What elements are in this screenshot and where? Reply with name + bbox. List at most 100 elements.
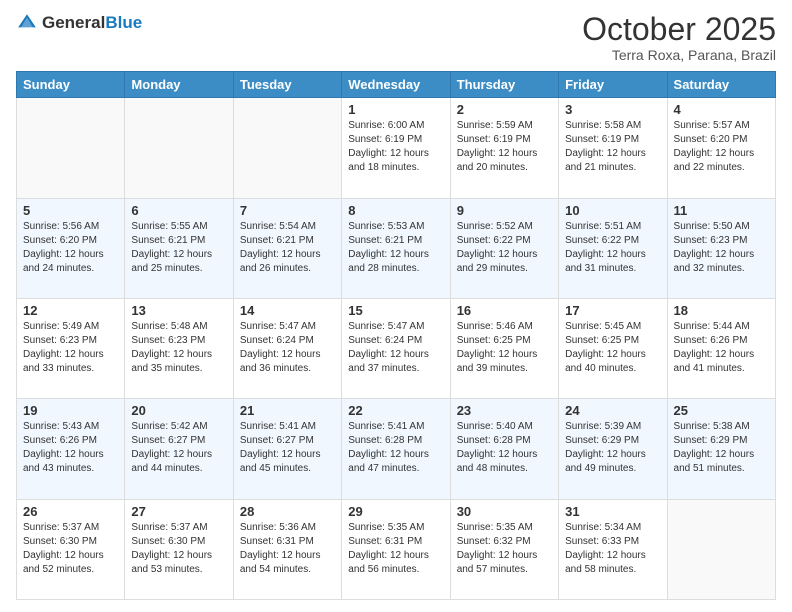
calendar-cell: 22Sunrise: 5:41 AM Sunset: 6:28 PM Dayli… [342, 399, 450, 499]
col-sunday: Sunday [17, 72, 125, 98]
day-info: Sunrise: 5:50 AM Sunset: 6:23 PM Dayligh… [674, 220, 769, 276]
month-title: October 2025 [582, 12, 776, 47]
day-number: 16 [457, 303, 552, 318]
day-number: 13 [131, 303, 226, 318]
day-number: 20 [131, 403, 226, 418]
calendar-cell: 26 Sunrise: 5:37 AM Sunset: 6:30 PM Dayli… [17, 499, 125, 599]
day-info: Sunrise: 5:55 AM Sunset: 6:21 PM Dayligh… [131, 220, 226, 276]
day-number: 31 [565, 504, 660, 519]
day-info: Sunrise: 5:45 AM Sunset: 6:25 PM Dayligh… [565, 320, 660, 376]
day-info: Sunrise: 5:40 AM Sunset: 6:28 PM Dayligh… [457, 420, 552, 476]
col-thursday: Thursday [450, 72, 558, 98]
day-number: 30 [457, 504, 552, 519]
calendar-body: 1Sunrise: 6:00 AM Sunset: 6:19 PM Daylig… [17, 98, 776, 600]
header: GeneralBlue October 2025 Terra Roxa, Par… [16, 12, 776, 63]
day-number: 28 [240, 504, 335, 519]
day-number: 18 [674, 303, 769, 318]
day-info: Sunrise: 5:37 AM Sunset: 6:30 PM Dayligh… [131, 521, 226, 577]
calendar-cell: 30Sunrise: 5:35 AM Sunset: 6:32 PM Dayli… [450, 499, 558, 599]
calendar-cell: 15 Sunrise: 5:47 AM Sunset: 6:24 PM Dayli… [342, 298, 450, 398]
calendar-cell: 7 Sunrise: 5:54 AM Sunset: 6:21 PM Daylig… [233, 198, 341, 298]
day-number: 1 [348, 102, 443, 117]
day-info: Sunrise: 5:46 AM Sunset: 6:25 PM Dayligh… [457, 320, 552, 376]
day-number: 2 [457, 102, 552, 117]
day-number: 9 [457, 203, 552, 218]
calendar-cell [667, 499, 775, 599]
calendar-week-row: 12Sunrise: 5:49 AM Sunset: 6:23 PM Dayli… [17, 298, 776, 398]
calendar-cell: 11 Sunrise: 5:50 AM Sunset: 6:23 PM Dayli… [667, 198, 775, 298]
day-number: 6 [131, 203, 226, 218]
day-info: Sunrise: 5:43 AM Sunset: 6:26 PM Dayligh… [23, 420, 118, 476]
day-number: 10 [565, 203, 660, 218]
day-number: 7 [240, 203, 335, 218]
calendar-cell: 25 Sunrise: 5:38 AM Sunset: 6:29 PM Dayli… [667, 399, 775, 499]
day-number: 26 [23, 504, 118, 519]
calendar-cell [17, 98, 125, 198]
day-info: Sunrise: 5:56 AM Sunset: 6:20 PM Dayligh… [23, 220, 118, 276]
calendar-cell: 2Sunrise: 5:59 AM Sunset: 6:19 PM Daylig… [450, 98, 558, 198]
day-number: 19 [23, 403, 118, 418]
day-number: 24 [565, 403, 660, 418]
day-info: Sunrise: 5:41 AM Sunset: 6:28 PM Dayligh… [348, 420, 443, 476]
calendar-cell: 21 Sunrise: 5:41 AM Sunset: 6:27 PM Dayli… [233, 399, 341, 499]
calendar-cell: 24 Sunrise: 5:39 AM Sunset: 6:29 PM Dayli… [559, 399, 667, 499]
day-info: Sunrise: 5:44 AM Sunset: 6:26 PM Dayligh… [674, 320, 769, 376]
day-number: 17 [565, 303, 660, 318]
day-info: Sunrise: 5:42 AM Sunset: 6:27 PM Dayligh… [131, 420, 226, 476]
calendar-week-row: 26 Sunrise: 5:37 AM Sunset: 6:30 PM Dayli… [17, 499, 776, 599]
day-number: 8 [348, 203, 443, 218]
calendar-cell: 18 Sunrise: 5:44 AM Sunset: 6:26 PM Dayli… [667, 298, 775, 398]
day-info: Sunrise: 5:51 AM Sunset: 6:22 PM Dayligh… [565, 220, 660, 276]
day-number: 25 [674, 403, 769, 418]
day-number: 5 [23, 203, 118, 218]
calendar-cell: 3Sunrise: 5:58 AM Sunset: 6:19 PM Daylig… [559, 98, 667, 198]
col-friday: Friday [559, 72, 667, 98]
calendar-cell: 9 Sunrise: 5:52 AM Sunset: 6:22 PM Daylig… [450, 198, 558, 298]
col-saturday: Saturday [667, 72, 775, 98]
day-info: Sunrise: 5:52 AM Sunset: 6:22 PM Dayligh… [457, 220, 552, 276]
calendar-cell [125, 98, 233, 198]
day-info: Sunrise: 5:54 AM Sunset: 6:21 PM Dayligh… [240, 220, 335, 276]
calendar-table: Sunday Monday Tuesday Wednesday Thursday… [16, 71, 776, 600]
calendar-week-row: 1Sunrise: 6:00 AM Sunset: 6:19 PM Daylig… [17, 98, 776, 198]
day-number: 15 [348, 303, 443, 318]
calendar-cell: 29 Sunrise: 5:35 AM Sunset: 6:31 PM Dayli… [342, 499, 450, 599]
day-info: Sunrise: 5:38 AM Sunset: 6:29 PM Dayligh… [674, 420, 769, 476]
calendar-cell: 14Sunrise: 5:47 AM Sunset: 6:24 PM Dayli… [233, 298, 341, 398]
col-wednesday: Wednesday [342, 72, 450, 98]
day-info: Sunrise: 5:37 AM Sunset: 6:30 PM Dayligh… [23, 521, 118, 577]
day-info: Sunrise: 5:36 AM Sunset: 6:31 PM Dayligh… [240, 521, 335, 577]
day-number: 27 [131, 504, 226, 519]
day-info: Sunrise: 5:35 AM Sunset: 6:31 PM Dayligh… [348, 521, 443, 577]
col-tuesday: Tuesday [233, 72, 341, 98]
day-info: Sunrise: 5:58 AM Sunset: 6:19 PM Dayligh… [565, 119, 660, 175]
logo-icon [16, 12, 38, 34]
logo: GeneralBlue [16, 12, 142, 34]
day-info: Sunrise: 5:57 AM Sunset: 6:20 PM Dayligh… [674, 119, 769, 175]
calendar-cell: 17 Sunrise: 5:45 AM Sunset: 6:25 PM Dayli… [559, 298, 667, 398]
calendar-cell: 23 Sunrise: 5:40 AM Sunset: 6:28 PM Dayli… [450, 399, 558, 499]
calendar-cell: 20 Sunrise: 5:42 AM Sunset: 6:27 PM Dayli… [125, 399, 233, 499]
title-area: October 2025 Terra Roxa, Parana, Brazil [582, 12, 776, 63]
day-number: 11 [674, 203, 769, 218]
calendar-cell: 16 Sunrise: 5:46 AM Sunset: 6:25 PM Dayli… [450, 298, 558, 398]
calendar-cell: 6 Sunrise: 5:55 AM Sunset: 6:21 PM Daylig… [125, 198, 233, 298]
day-info: Sunrise: 5:48 AM Sunset: 6:23 PM Dayligh… [131, 320, 226, 376]
day-number: 4 [674, 102, 769, 117]
calendar-cell: 4 Sunrise: 5:57 AM Sunset: 6:20 PM Daylig… [667, 98, 775, 198]
day-info: Sunrise: 5:53 AM Sunset: 6:21 PM Dayligh… [348, 220, 443, 276]
day-number: 23 [457, 403, 552, 418]
day-number: 21 [240, 403, 335, 418]
day-number: 14 [240, 303, 335, 318]
day-number: 12 [23, 303, 118, 318]
calendar-cell: 8 Sunrise: 5:53 AM Sunset: 6:21 PM Daylig… [342, 198, 450, 298]
day-info: Sunrise: 5:47 AM Sunset: 6:24 PM Dayligh… [348, 320, 443, 376]
day-number: 29 [348, 504, 443, 519]
day-info: Sunrise: 5:41 AM Sunset: 6:27 PM Dayligh… [240, 420, 335, 476]
day-info: Sunrise: 5:39 AM Sunset: 6:29 PM Dayligh… [565, 420, 660, 476]
calendar-cell: 19 Sunrise: 5:43 AM Sunset: 6:26 PM Dayli… [17, 399, 125, 499]
calendar-cell: 28 Sunrise: 5:36 AM Sunset: 6:31 PM Dayli… [233, 499, 341, 599]
calendar-week-row: 5 Sunrise: 5:56 AM Sunset: 6:20 PM Daylig… [17, 198, 776, 298]
calendar-cell: 13 Sunrise: 5:48 AM Sunset: 6:23 PM Dayli… [125, 298, 233, 398]
calendar-cell: 10 Sunrise: 5:51 AM Sunset: 6:22 PM Dayli… [559, 198, 667, 298]
